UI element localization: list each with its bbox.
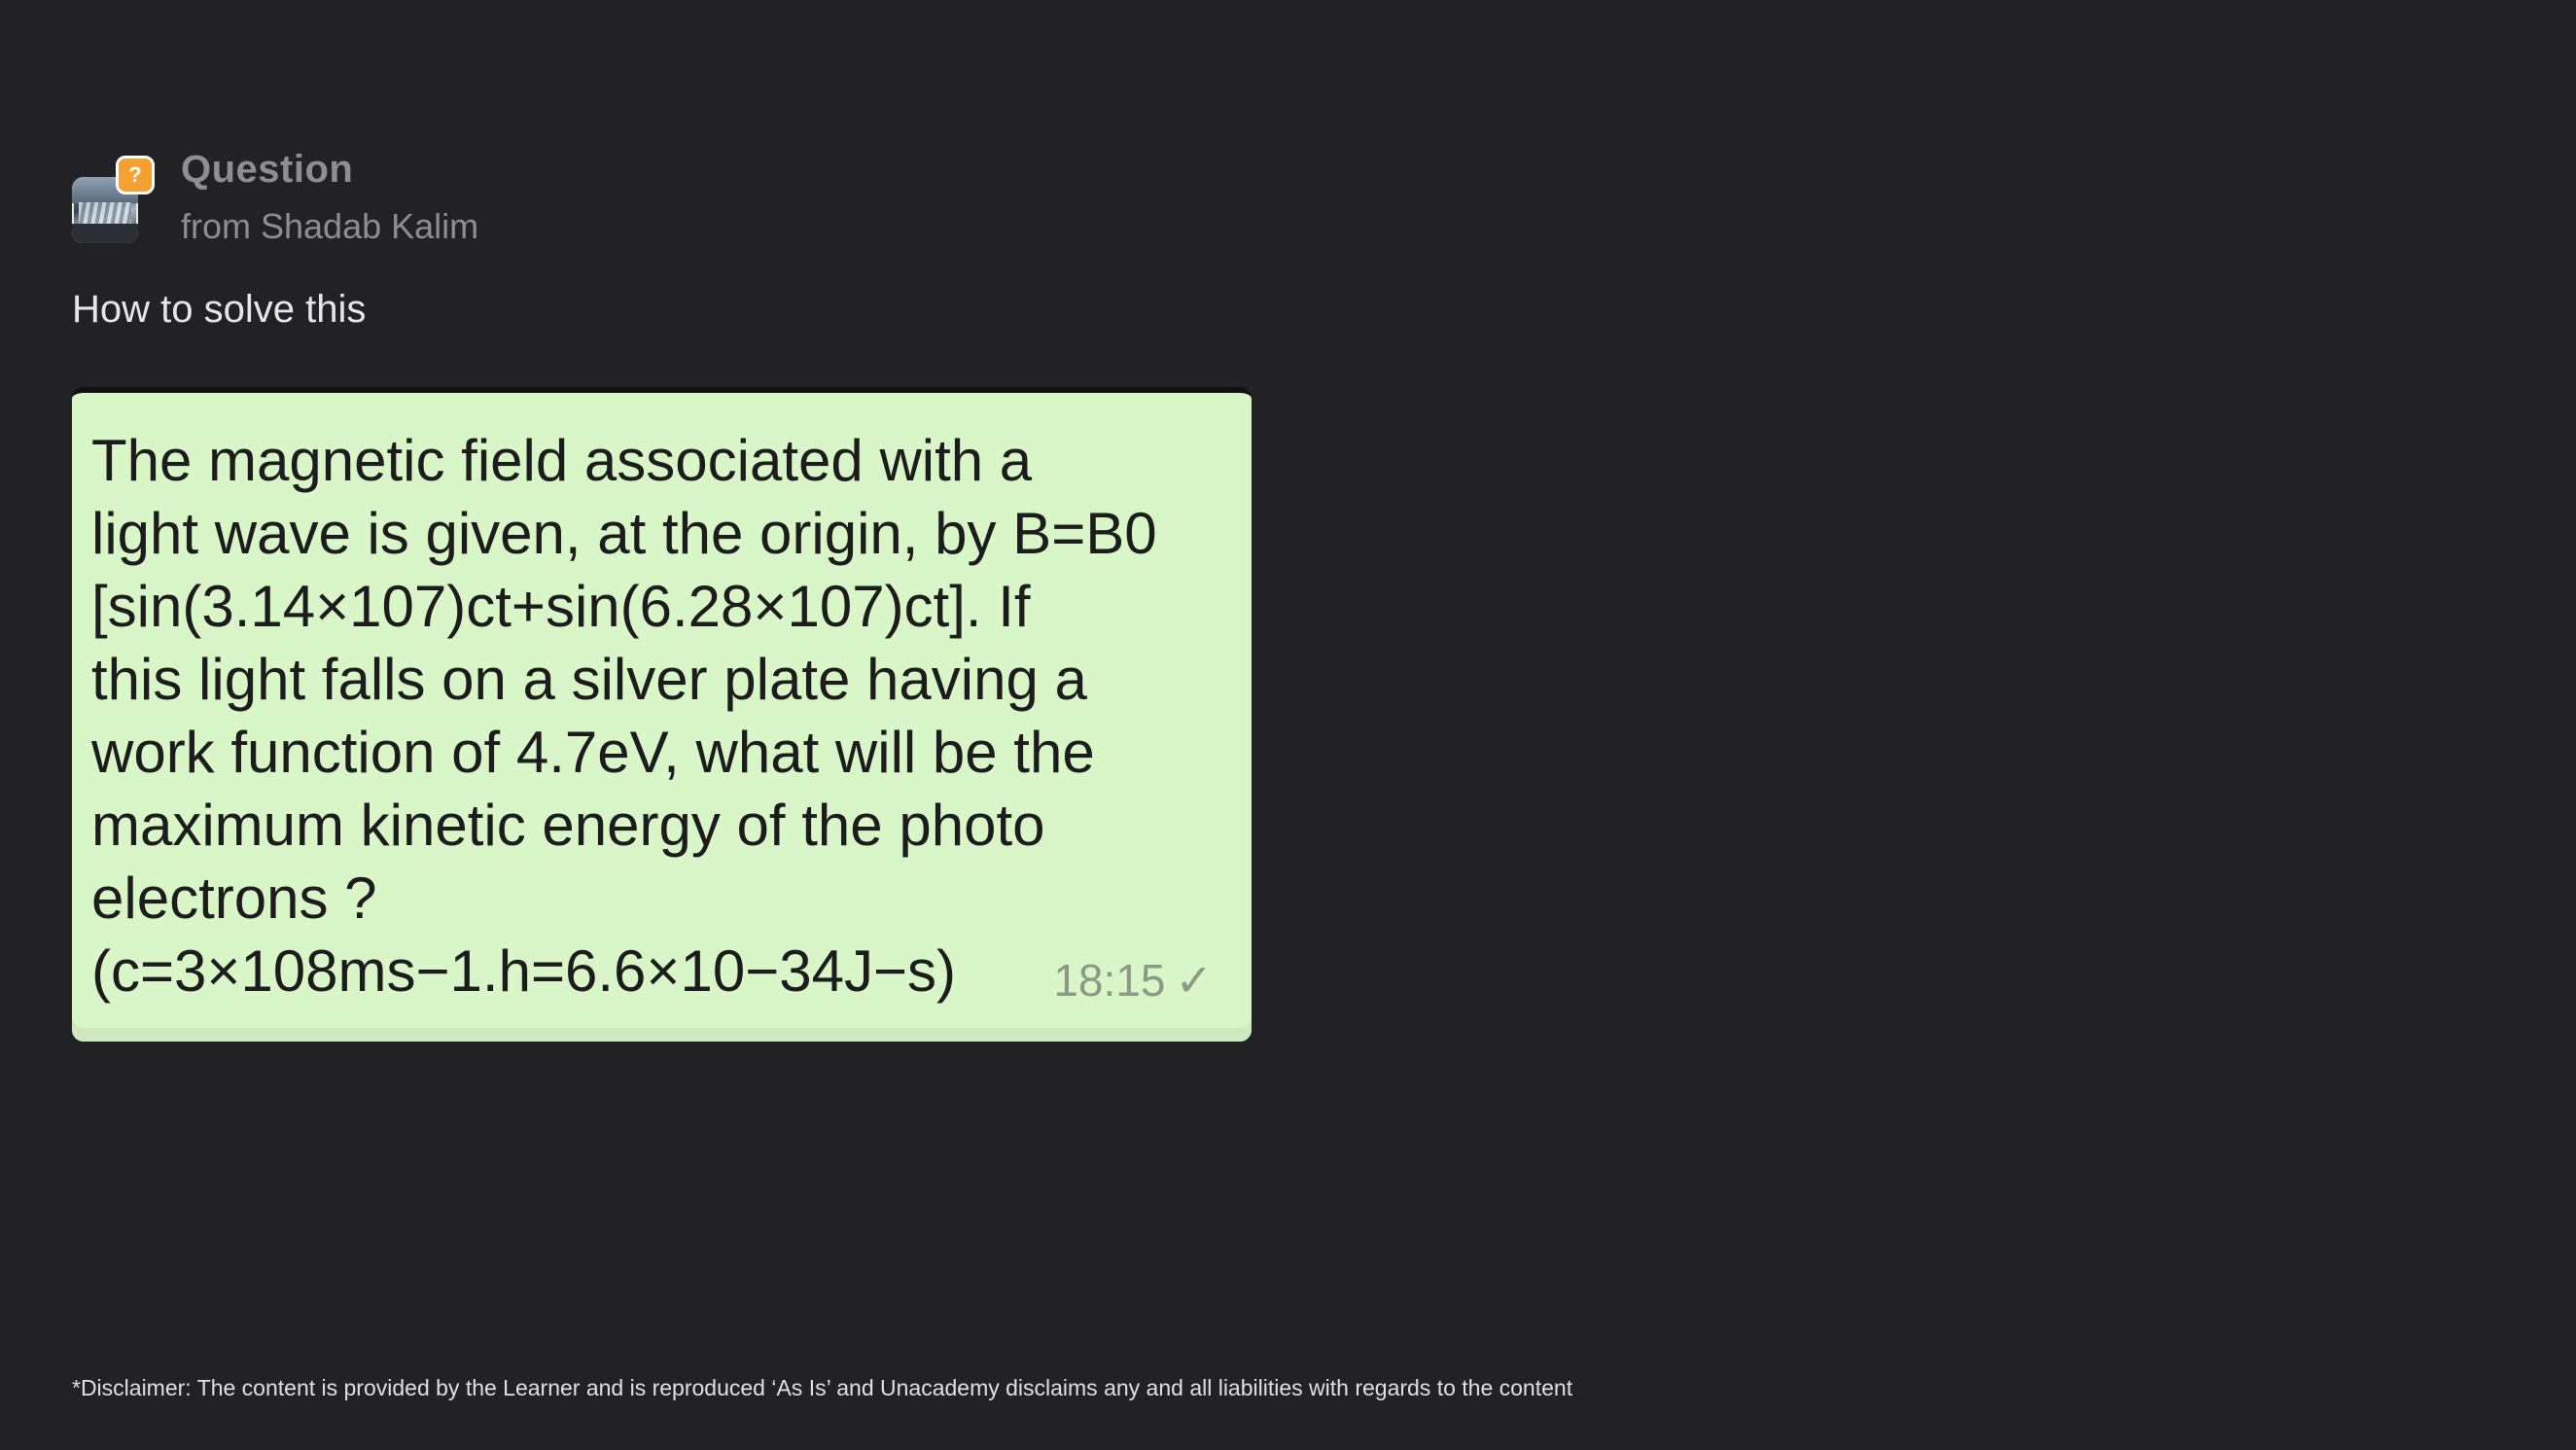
checkmark-icon: ✓ (1175, 955, 1213, 1006)
disclaimer: *Disclaimer: The content is provided by … (72, 1375, 1573, 1400)
question-image-line: maximum kinetic energy of the photo (91, 793, 1045, 858)
question-image-line: light wave is given, at the origin, by B… (91, 501, 1157, 566)
question-image-line: The magnetic field associated with a (91, 428, 1033, 493)
message-meta: 18:15 ✓ (1053, 954, 1213, 1007)
question-image-line: electrons ? (91, 866, 377, 931)
question-image-text: The magnetic field associated with a lig… (91, 424, 1232, 1008)
question-image-line: [sin(3.14×107)ct+sin(6.28×107)ct]. If (91, 574, 1031, 639)
question-text: How to solve this (72, 288, 367, 331)
question-image-line: this light falls on a silver plate havin… (91, 647, 1087, 712)
question-title: Question (181, 148, 354, 191)
avatar-rock (72, 223, 138, 243)
question-image-line: work function of 4.7eV, what will be the (91, 720, 1095, 785)
question-author: from Shadab Kalim (181, 206, 479, 246)
question-header: ? Question from Shadab Kalim (72, 148, 753, 246)
question-mark-icon: ? (116, 156, 155, 195)
question-image[interactable]: The magnetic field associated with a lig… (72, 387, 1252, 1042)
message-time: 18:15 (1053, 955, 1166, 1006)
